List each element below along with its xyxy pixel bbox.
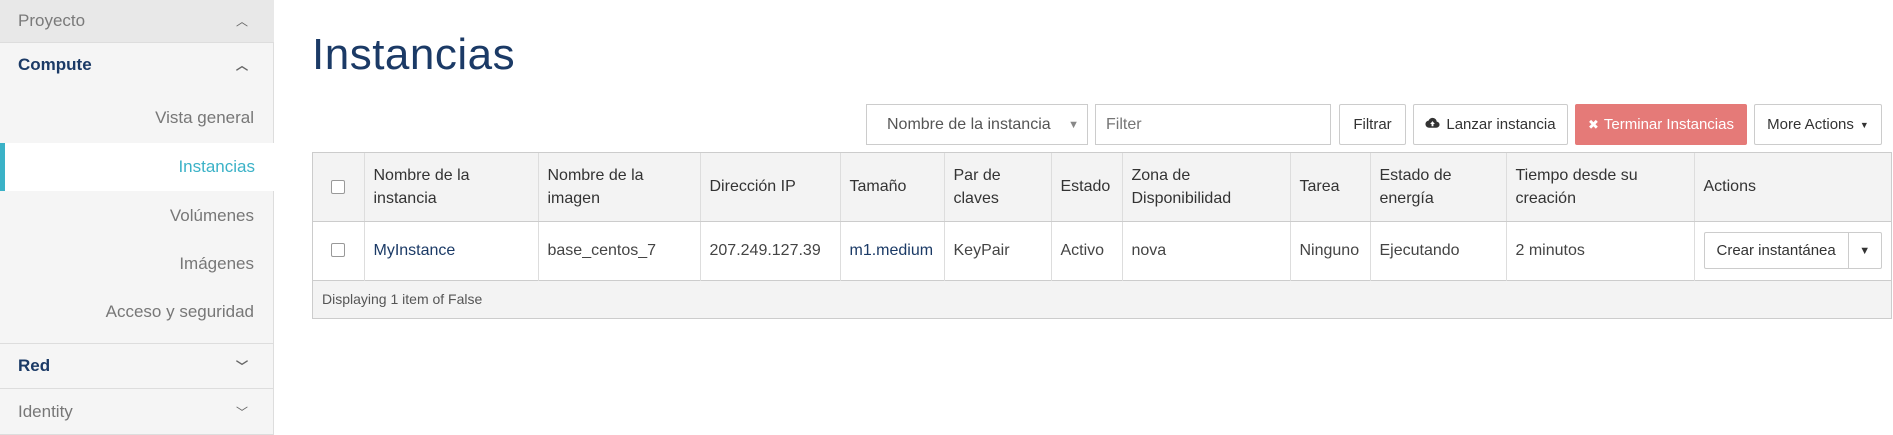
table-footer-row: Displaying 1 item of False <box>313 280 1891 318</box>
select-all-checkbox[interactable] <box>331 180 346 195</box>
table-row: MyInstance base_centos_7 207.249.127.39 … <box>313 221 1891 280</box>
cell-power: Ejecutando <box>1370 221 1507 280</box>
column-header-ip[interactable]: Dirección IP <box>700 153 841 222</box>
cell-size: m1.medium <box>840 221 945 280</box>
column-header-power[interactable]: Estado de energía <box>1370 153 1507 222</box>
row-select-cell <box>313 221 365 280</box>
terminate-instances-button[interactable]: ✖ Terminar Instancias <box>1575 104 1747 145</box>
column-header-size[interactable]: Tamaño <box>840 153 945 222</box>
filter-button-label: Filtrar <box>1353 116 1392 133</box>
cloud-upload-icon <box>1425 116 1440 133</box>
chevron-up-icon: ︿ <box>235 14 248 29</box>
terminate-instances-label: Terminar Instancias <box>1603 116 1734 133</box>
create-snapshot-button[interactable]: Crear instantánea <box>1705 233 1849 268</box>
caret-down-icon: ▼ <box>1859 119 1869 130</box>
launch-instance-label: Lanzar instancia <box>1446 116 1556 133</box>
table-footer-text: Displaying 1 item of False <box>313 280 1891 318</box>
cell-age: 2 minutos <box>1506 221 1695 280</box>
row-actions-group: Crear instantánea ▼ <box>1703 232 1882 269</box>
cell-ip: 207.249.127.39 <box>700 221 841 280</box>
cell-keypair: KeyPair <box>944 221 1052 280</box>
filter-input[interactable] <box>1095 104 1331 145</box>
chevron-up-icon: ︿ <box>235 58 248 72</box>
filter-field-value: Nombre de la instancia <box>887 115 1051 133</box>
caret-down-icon: ▼ <box>1068 119 1079 131</box>
sidebar-item-vista-general[interactable]: Vista general <box>0 94 274 142</box>
sidebar-section-identity[interactable]: Identity ﹀ <box>0 389 274 435</box>
sidebar: Proyecto ︿ Compute ︿ Vista general Insta… <box>0 0 275 435</box>
column-header-status[interactable]: Estado <box>1051 153 1123 222</box>
sidebar-item-volumenes[interactable]: Volúmenes <box>0 192 274 240</box>
table-header-row: Nombre de la instancia Nombre de la imag… <box>313 153 1891 222</box>
cell-task: Ninguno <box>1290 221 1371 280</box>
sidebar-item-imagenes[interactable]: Imágenes <box>0 240 274 288</box>
select-all-cell <box>313 153 365 222</box>
chevron-down-icon: ﹀ <box>235 405 248 419</box>
close-icon: ✖ <box>1588 116 1599 132</box>
cell-az: nova <box>1122 221 1291 280</box>
column-header-task[interactable]: Tarea <box>1290 153 1371 222</box>
cell-name: MyInstance <box>364 221 539 280</box>
row-actions-dropdown-toggle[interactable]: ▼ <box>1849 233 1881 268</box>
sidebar-section-label: Compute <box>18 54 92 74</box>
filter-field-select[interactable]: Nombre de la instancia ▼ <box>866 104 1088 145</box>
column-header-keypair[interactable]: Par de claves <box>944 153 1052 222</box>
caret-down-icon: ▼ <box>1859 244 1871 257</box>
column-header-image[interactable]: Nombre de la imagen <box>538 153 701 222</box>
sidebar-section-compute[interactable]: Compute ︿ <box>0 43 274 86</box>
sidebar-section-red[interactable]: Red ﹀ <box>0 343 274 389</box>
sidebar-item-acceso-seguridad[interactable]: Acceso y seguridad <box>0 288 274 336</box>
cell-image: base_centos_7 <box>538 221 701 280</box>
sidebar-section-label: Red <box>18 356 51 375</box>
column-header-actions: Actions <box>1694 153 1891 222</box>
filter-button[interactable]: Filtrar <box>1339 104 1406 145</box>
sidebar-item-instancias[interactable]: Instancias <box>0 143 275 191</box>
sidebar-section-proyecto[interactable]: Proyecto ︿ <box>0 0 274 43</box>
more-actions-button[interactable]: More Actions ▼ <box>1754 104 1882 145</box>
launch-instance-button[interactable]: Lanzar instancia <box>1413 104 1568 145</box>
cell-status: Activo <box>1051 221 1123 280</box>
cell-actions: Crear instantánea ▼ <box>1694 221 1891 280</box>
chevron-down-icon: ﹀ <box>235 359 248 374</box>
column-header-az[interactable]: Zona de Disponibilidad <box>1122 153 1291 222</box>
sidebar-section-label: Proyecto <box>18 11 86 30</box>
more-actions-label: More Actions <box>1767 116 1854 133</box>
sidebar-section-label: Identity <box>18 401 73 421</box>
column-header-age[interactable]: Tiempo desde su creación <box>1506 153 1695 222</box>
flavor-link[interactable]: m1.medium <box>850 242 934 259</box>
column-header-name[interactable]: Nombre de la instancia <box>364 153 539 222</box>
page-title: Instancias <box>312 30 516 79</box>
row-checkbox[interactable] <box>331 243 346 258</box>
instances-table: Nombre de la instancia Nombre de la imag… <box>312 152 1892 319</box>
instance-name-link[interactable]: MyInstance <box>374 242 456 259</box>
